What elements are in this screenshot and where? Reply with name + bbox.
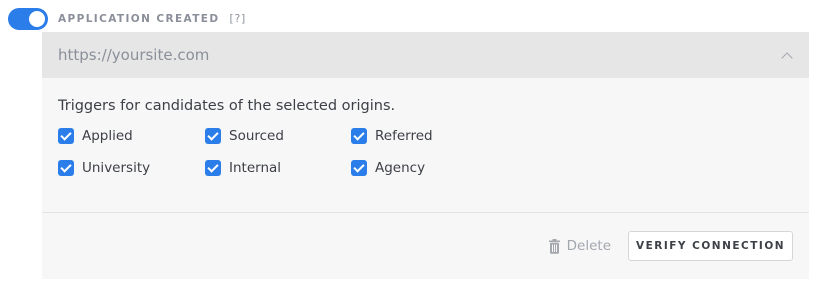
checkbox-checked-icon[interactable]	[205, 160, 221, 176]
checkbox-agency[interactable]: Agency	[351, 160, 491, 176]
panel-footer: Delete VERIFY CONNECTION	[548, 231, 793, 261]
verify-connection-button[interactable]: VERIFY CONNECTION	[628, 231, 793, 261]
checkbox-label: Applied	[82, 128, 133, 144]
panel-body: Triggers for candidates of the selected …	[42, 78, 809, 176]
checkbox-internal[interactable]: Internal	[205, 160, 351, 176]
checkbox-sourced[interactable]: Sourced	[205, 128, 351, 144]
checkbox-checked-icon[interactable]	[58, 160, 74, 176]
triggers-description: Triggers for candidates of the selected …	[58, 98, 396, 114]
trash-icon	[548, 238, 560, 254]
checkbox-label: University	[82, 160, 151, 176]
checkbox-checked-icon[interactable]	[351, 128, 367, 144]
checkbox-university[interactable]: University	[58, 160, 205, 176]
url-bar[interactable]: https://yoursite.com	[42, 32, 809, 78]
checkbox-label: Agency	[375, 160, 426, 176]
footer-divider	[42, 212, 809, 213]
webhook-url: https://yoursite.com	[58, 46, 210, 64]
checkbox-referred[interactable]: Referred	[351, 128, 491, 144]
delete-button[interactable]: Delete	[548, 238, 611, 254]
checkbox-label: Sourced	[229, 128, 284, 144]
webhook-title: APPLICATION CREATED	[58, 13, 220, 25]
delete-label: Delete	[566, 238, 611, 254]
origin-checkboxes: Applied Sourced Referred University Inte…	[58, 128, 793, 176]
checkbox-applied[interactable]: Applied	[58, 128, 205, 144]
help-link[interactable]: [?]	[230, 13, 247, 25]
chevron-up-icon[interactable]	[781, 51, 793, 64]
enable-toggle[interactable]	[8, 8, 48, 30]
checkbox-checked-icon[interactable]	[205, 128, 221, 144]
checkbox-label: Referred	[375, 128, 433, 144]
checkbox-checked-icon[interactable]	[58, 128, 74, 144]
webhook-panel: https://yoursite.com Triggers for candid…	[42, 32, 809, 279]
toggle-knob	[29, 11, 45, 27]
checkbox-label: Internal	[229, 160, 282, 176]
checkbox-checked-icon[interactable]	[351, 160, 367, 176]
webhook-header: APPLICATION CREATED [?]	[8, 8, 246, 30]
